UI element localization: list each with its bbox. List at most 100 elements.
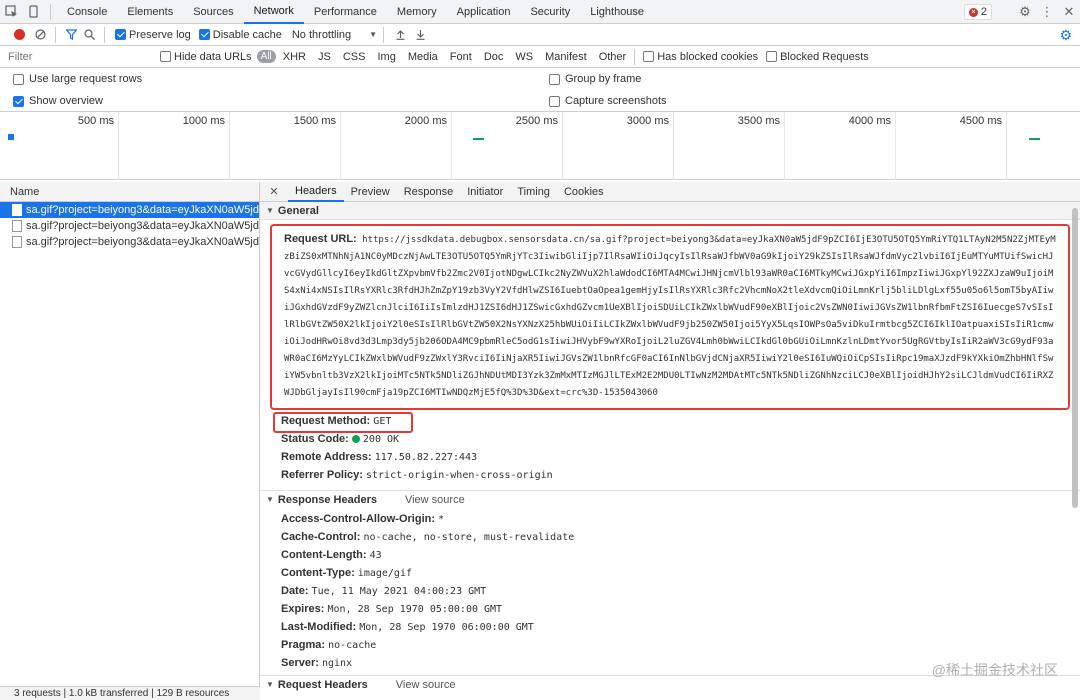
detail-tab-timing[interactable]: Timing bbox=[510, 182, 557, 202]
timeline-gridline bbox=[562, 112, 563, 180]
detail-tab-preview[interactable]: Preview bbox=[344, 182, 397, 202]
checkbox-icon bbox=[160, 51, 171, 62]
timeline-tick-label: 1500 ms bbox=[293, 115, 336, 127]
tab-lighthouse[interactable]: Lighthouse bbox=[580, 0, 654, 24]
disable-cache-checkbox[interactable]: Disable cache bbox=[198, 29, 282, 41]
detail-tab-cookies[interactable]: Cookies bbox=[557, 182, 611, 202]
capture-screenshots-checkbox[interactable]: Capture screenshots bbox=[549, 95, 667, 107]
name-column-header[interactable]: Name bbox=[0, 182, 259, 202]
inspect-element-icon[interactable] bbox=[0, 0, 22, 24]
filter-type-xhr[interactable]: XHR bbox=[278, 50, 311, 64]
request-name: sa.gif?project=beiyong3&data=eyJkaXN0aW5… bbox=[26, 204, 259, 216]
response-header-row: Content-Type: image/gif bbox=[260, 564, 1080, 582]
filter-type-js[interactable]: JS bbox=[313, 50, 336, 64]
response-header-row: Content-Length: 43 bbox=[260, 546, 1080, 564]
document-icon bbox=[12, 220, 22, 232]
filter-type-img[interactable]: Img bbox=[372, 50, 400, 64]
close-details-icon[interactable]: ✕ bbox=[266, 185, 282, 198]
device-toolbar-icon[interactable] bbox=[22, 0, 44, 24]
document-icon bbox=[12, 236, 22, 248]
tab-elements[interactable]: Elements bbox=[117, 0, 183, 24]
details-scrollbar[interactable] bbox=[1070, 204, 1080, 654]
separator bbox=[104, 26, 105, 43]
tab-sources[interactable]: Sources bbox=[183, 0, 243, 24]
header-key: Pragma: bbox=[281, 639, 326, 651]
request-row[interactable]: sa.gif?project=beiyong3&data=eyJkaXN0aW5… bbox=[0, 234, 259, 250]
header-key: Date: bbox=[281, 585, 309, 597]
request-url-row[interactable]: Request URL: https://jssdkdata.debugbox.… bbox=[272, 226, 1068, 402]
clear-icon[interactable] bbox=[31, 23, 49, 47]
header-value: no-cache bbox=[328, 640, 377, 651]
hide-data-urls-checkbox[interactable]: Hide data URLs bbox=[160, 51, 252, 63]
status-bar: 3 requests | 1.0 kB transferred | 129 B … bbox=[0, 686, 260, 700]
header-key: Server: bbox=[281, 657, 319, 669]
separator bbox=[50, 3, 51, 20]
show-overview-checkbox[interactable]: Show overview bbox=[13, 95, 103, 107]
request-row[interactable]: sa.gif?project=beiyong3&data=eyJkaXN0aW5… bbox=[0, 202, 259, 218]
view-source-link[interactable]: View source bbox=[396, 676, 456, 694]
request-list: Name sa.gif?project=beiyong3&data=eyJkaX… bbox=[0, 182, 260, 700]
tab-security[interactable]: Security bbox=[520, 0, 580, 24]
network-settings-gear-icon[interactable]: ⚙ bbox=[1059, 27, 1072, 44]
checkbox-checked-icon bbox=[115, 29, 126, 40]
detail-tab-headers[interactable]: Headers bbox=[288, 182, 344, 202]
header-key: Expires: bbox=[281, 603, 325, 615]
filter-type-media[interactable]: Media bbox=[403, 50, 443, 64]
request-row[interactable]: sa.gif?project=beiyong3&data=eyJkaXN0aW5… bbox=[0, 218, 259, 234]
response-header-row: Cache-Control: no-cache, no-store, must-… bbox=[260, 528, 1080, 546]
export-har-icon[interactable] bbox=[410, 23, 430, 47]
close-devtools-icon[interactable]: ✕ bbox=[1058, 0, 1080, 24]
preserve-log-checkbox[interactable]: Preserve log bbox=[115, 29, 191, 41]
filter-type-font[interactable]: Font bbox=[445, 50, 477, 64]
request-rows: sa.gif?project=beiyong3&data=eyJkaXN0aW5… bbox=[0, 202, 259, 250]
filter-type-all[interactable]: All bbox=[256, 50, 276, 63]
timeline-tick-label: 4500 ms bbox=[959, 115, 1002, 127]
timeline-overview[interactable]: 500 ms 1000 ms 1500 ms 2000 ms 2500 ms 3000 m… bbox=[0, 112, 1080, 180]
has-blocked-cookies-checkbox[interactable]: Has blocked cookies bbox=[643, 51, 758, 63]
dropdown-arrow-icon: ▼ bbox=[369, 30, 378, 39]
tab-console[interactable]: Console bbox=[57, 0, 117, 24]
throttling-select[interactable]: No throttling ▼ bbox=[292, 29, 377, 41]
document-icon bbox=[12, 204, 22, 216]
header-value: no-cache, no-store, must-revalidate bbox=[363, 532, 575, 543]
large-rows-checkbox[interactable]: Use large request rows bbox=[13, 73, 142, 85]
timeline-tick-label: 4000 ms bbox=[848, 115, 891, 127]
network-options: Use large request rows Show overview Gro… bbox=[0, 68, 1080, 112]
tab-performance[interactable]: Performance bbox=[304, 0, 387, 24]
detail-tab-response[interactable]: Response bbox=[397, 182, 461, 202]
scrollbar-thumb[interactable] bbox=[1072, 208, 1078, 508]
tab-network[interactable]: Network bbox=[243, 0, 304, 24]
response-header-row: Date: Tue, 11 May 2021 04:00:23 GMT bbox=[260, 582, 1080, 600]
import-har-icon[interactable] bbox=[390, 23, 410, 47]
group-by-frame-checkbox[interactable]: Group by frame bbox=[549, 73, 641, 85]
header-value: image/gif bbox=[357, 568, 412, 579]
blocked-requests-checkbox[interactable]: Blocked Requests bbox=[766, 51, 869, 63]
response-header-row: Expires: Mon, 28 Sep 1970 05:00:00 GMT bbox=[260, 600, 1080, 618]
response-headers-section-header[interactable]: ▼ Response Headers View source bbox=[260, 490, 1080, 508]
checkbox-icon bbox=[766, 51, 778, 62]
filter-type-doc[interactable]: Doc bbox=[479, 50, 509, 64]
record-icon[interactable] bbox=[14, 29, 25, 40]
request-bar bbox=[1029, 138, 1040, 140]
filter-input[interactable]: Filter bbox=[8, 48, 156, 66]
search-icon[interactable] bbox=[80, 23, 98, 47]
separator bbox=[634, 48, 636, 65]
timeline-gridline bbox=[895, 112, 896, 180]
tab-application[interactable]: Application bbox=[447, 0, 521, 24]
request-name: sa.gif?project=beiyong3&data=eyJkaXN0aW5… bbox=[26, 220, 259, 232]
filter-bar: Filter Hide data URLs All XHR JS CSS Img Medi… bbox=[0, 46, 1080, 68]
detail-tab-initiator[interactable]: Initiator bbox=[460, 182, 510, 202]
general-section-header[interactable]: ▼ General bbox=[260, 202, 1080, 220]
tab-memory[interactable]: Memory bbox=[387, 0, 447, 24]
timeline-tick-label: 2500 ms bbox=[515, 115, 558, 127]
detail-tabs: ✕ Headers Preview Response Initiator Timing C… bbox=[260, 182, 1080, 202]
filter-type-manifest[interactable]: Manifest bbox=[540, 50, 592, 64]
more-options-icon[interactable]: ⋮ bbox=[1036, 0, 1058, 24]
error-badge[interactable]: × 2 bbox=[963, 4, 992, 20]
filter-icon[interactable] bbox=[62, 23, 80, 47]
filter-type-css[interactable]: CSS bbox=[338, 50, 371, 64]
view-source-link[interactable]: View source bbox=[405, 491, 465, 509]
filter-type-ws[interactable]: WS bbox=[510, 50, 538, 64]
settings-gear-icon[interactable]: ⚙ bbox=[1014, 0, 1036, 24]
filter-type-other[interactable]: Other bbox=[594, 50, 632, 64]
